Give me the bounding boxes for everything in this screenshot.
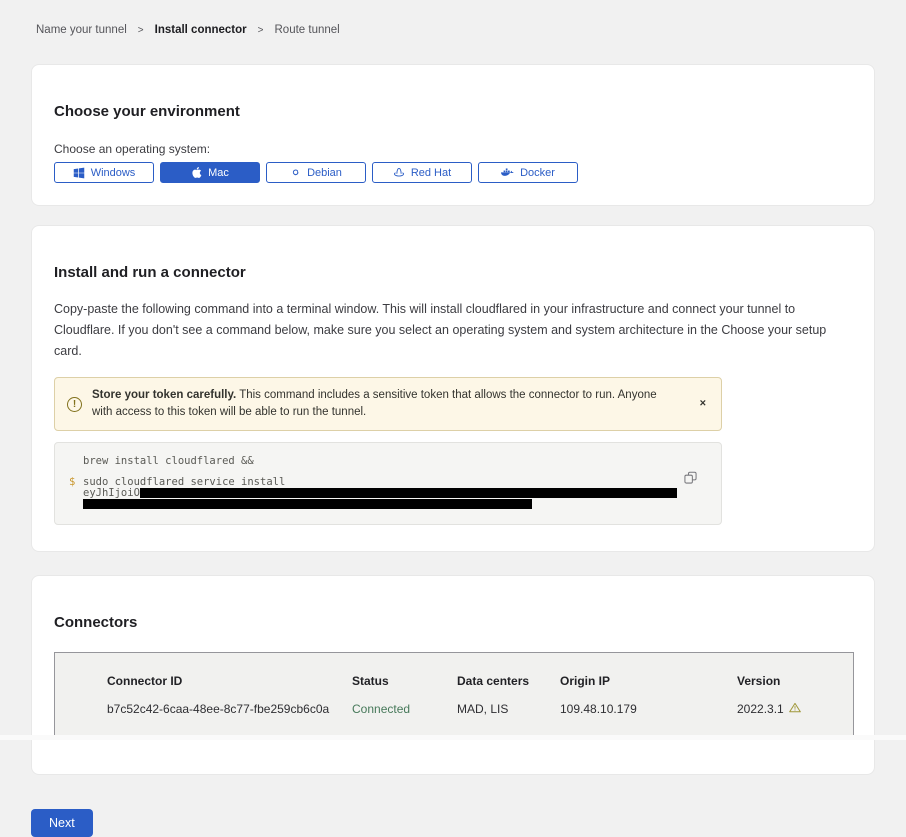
environment-card-title: Choose your environment — [54, 103, 852, 120]
code-line-sudo: $ sudo cloudflared service install — [69, 477, 681, 488]
column-header-origin-ip: Origin IP — [560, 674, 737, 688]
version-text: 2022.3.1 — [737, 702, 784, 716]
code-line-token-2 — [69, 499, 681, 509]
token-warning-bold: Store your token carefully. — [92, 389, 236, 401]
os-button-redhat[interactable]: Red Hat — [372, 162, 472, 183]
connectors-card: Connectors Connector ID Status Data cent… — [31, 575, 875, 775]
os-button-mac[interactable]: Mac — [160, 162, 260, 183]
os-button-windows[interactable]: Windows — [54, 162, 154, 183]
cell-origin-ip: 109.48.10.179 — [560, 702, 737, 716]
breadcrumb-name-your-tunnel[interactable]: Name your tunnel — [36, 24, 127, 36]
os-button-label: Red Hat — [411, 167, 451, 179]
os-button-label: Windows — [91, 167, 136, 179]
column-header-data-centers: Data centers — [457, 674, 560, 688]
code-line-token: eyJhIjoiO — [69, 488, 681, 499]
code-gutter — [69, 456, 83, 467]
column-header-status: Status — [352, 674, 457, 688]
code-text-brew: brew install cloudflared && — [83, 456, 254, 467]
os-button-label: Docker — [520, 167, 555, 179]
os-button-docker[interactable]: Docker — [478, 162, 578, 183]
cell-data-centers: MAD, LIS — [457, 702, 560, 716]
breadcrumb: Name your tunnel > Install connector > R… — [0, 0, 906, 36]
close-icon[interactable]: × — [700, 399, 706, 410]
code-gutter — [69, 488, 83, 499]
docker-logo-icon — [501, 168, 514, 178]
shell-prompt: $ — [69, 477, 83, 488]
warning-triangle-icon — [789, 702, 801, 716]
breadcrumb-route-tunnel[interactable]: Route tunnel — [275, 24, 340, 36]
code-gutter — [69, 499, 83, 509]
os-button-debian[interactable]: Debian — [266, 162, 366, 183]
alert-circle-icon: ! — [67, 397, 82, 412]
breadcrumb-separator: > — [138, 25, 144, 36]
install-connector-description: Copy-paste the following command into a … — [54, 299, 852, 362]
redhat-logo-icon — [393, 167, 405, 178]
copy-command-button[interactable] — [684, 471, 697, 484]
install-connector-card: Install and run a connector Copy-paste t… — [31, 225, 875, 552]
token-redaction-bar — [140, 488, 677, 498]
connectors-table: Connector ID Status Data centers Origin … — [54, 652, 854, 737]
next-button[interactable]: Next — [31, 809, 93, 837]
bottom-edge-strip — [0, 735, 906, 740]
code-line-brew: brew install cloudflared && — [69, 456, 681, 467]
os-button-label: Debian — [307, 167, 342, 179]
token-prefix-text: eyJhIjoiO — [83, 488, 140, 499]
install-connector-title: Install and run a connector — [54, 264, 852, 281]
copy-icon — [684, 472, 697, 487]
token-redaction-bar — [83, 499, 532, 509]
apple-logo-icon — [191, 166, 202, 179]
environment-card: Choose your environment Choose an operat… — [31, 64, 875, 206]
install-command-codeblock: brew install cloudflared && $ sudo cloud… — [54, 442, 722, 525]
os-button-label: Mac — [208, 167, 229, 179]
cell-status: Connected — [352, 702, 457, 716]
connectors-card-title: Connectors — [54, 614, 852, 631]
debian-logo-icon — [290, 167, 301, 178]
breadcrumb-separator: > — [258, 25, 264, 36]
breadcrumb-install-connector[interactable]: Install connector — [155, 24, 247, 36]
os-button-group: Windows Mac Debian Red Hat Docker — [54, 162, 852, 183]
token-warning-banner: ! Store your token carefully. This comma… — [54, 377, 722, 431]
cell-connector-id: b7c52c42-6caa-48ee-8c77-fbe259cb6c0a — [107, 702, 352, 716]
windows-logo-icon — [73, 167, 85, 179]
cell-version: 2022.3.1 — [737, 702, 853, 716]
column-header-connector-id: Connector ID — [107, 674, 352, 688]
column-header-version: Version — [737, 674, 853, 688]
token-warning-text: Store your token carefully. This command… — [92, 387, 677, 421]
os-select-label: Choose an operating system: — [54, 142, 852, 156]
